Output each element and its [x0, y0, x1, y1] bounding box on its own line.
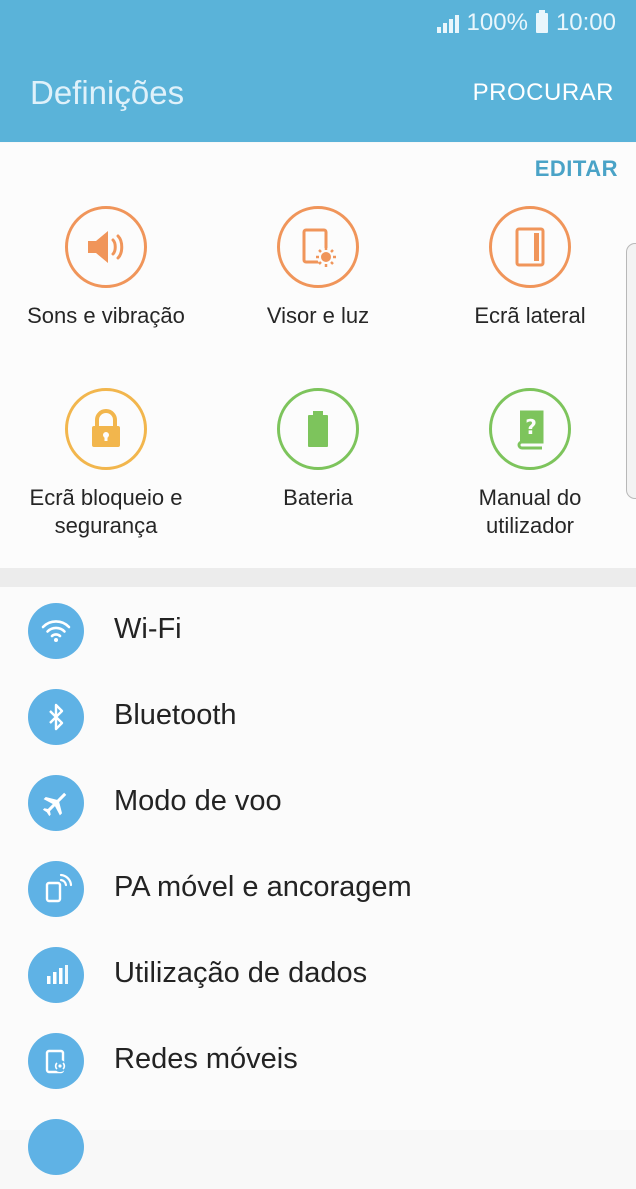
wifi-icon [28, 603, 84, 659]
clock: 10:00 [555, 9, 616, 36]
search-button[interactable]: PROCURAR [473, 79, 614, 107]
settings-item-hotspot-tethering[interactable]: PA móvel e ancoragem [0, 845, 636, 931]
quick-item-edge-screen[interactable]: Ecrã lateral [424, 206, 636, 330]
svg-text:?: ? [525, 415, 537, 439]
settings-item-label: Modo de voo [114, 785, 282, 817]
page-title: Definições [30, 74, 185, 111]
settings-item-label: PA móvel e ancoragem [114, 871, 412, 903]
edge-panel-handle[interactable] [626, 243, 636, 499]
quick-item-sound[interactable]: Sons e vibração [0, 206, 212, 330]
settings-item-label: Wi-Fi [114, 613, 182, 645]
signal-icon [436, 13, 459, 33]
quick-item-label: Sons e vibração [27, 303, 185, 328]
partial-list-icon [28, 1119, 84, 1175]
help-book-icon: ? [489, 388, 571, 470]
battery-percentage: 100% [466, 9, 528, 36]
quick-item-label: Visor e luz [266, 303, 370, 328]
data-usage-icon [28, 947, 84, 1003]
settings-item-mobile-networks[interactable]: Redes móveis [0, 1017, 636, 1103]
hotspot-icon [28, 861, 84, 917]
mobile-networks-icon [28, 1033, 84, 1089]
quick-item-label: Ecrã bloqueio e segurança [29, 485, 183, 538]
app-bar: 100% 10:00 Definições PROCURAR [0, 0, 636, 142]
edit-button[interactable]: EDITAR [535, 156, 618, 182]
settings-list: Wi-Fi Bluetooth Modo de voo PA móvel e a… [0, 587, 636, 1175]
quick-item-label: Bateria [283, 485, 353, 510]
settings-item-wifi[interactable]: Wi-Fi [0, 587, 636, 673]
settings-item-label: Redes móveis [114, 1043, 298, 1075]
edge-screen-icon [489, 206, 571, 288]
section-divider [0, 568, 636, 587]
quick-settings-panel: EDITAR Sons e vibração Visor e luz Ecrã … [0, 143, 636, 568]
quick-item-label: Manual do utilizador [478, 485, 582, 538]
quick-item-battery[interactable]: Bateria [212, 388, 424, 512]
battery-icon [277, 388, 359, 470]
lock-icon [65, 388, 147, 470]
settings-item-airplane-mode[interactable]: Modo de voo [0, 759, 636, 845]
quick-item-label: Ecrã lateral [474, 303, 586, 328]
settings-item-label: Bluetooth [114, 699, 237, 731]
settings-item-data-usage[interactable]: Utilização de dados [0, 931, 636, 1017]
settings-item-partial[interactable] [0, 1103, 636, 1189]
settings-item-bluetooth[interactable]: Bluetooth [0, 673, 636, 759]
quick-item-lock-security[interactable]: Ecrã bloqueio e segurança [0, 388, 212, 540]
battery-status-icon [535, 10, 548, 33]
airplane-icon [28, 775, 84, 831]
speaker-icon [65, 206, 147, 288]
bluetooth-icon [28, 689, 84, 745]
quick-item-user-manual[interactable]: ? Manual do utilizador [424, 388, 636, 540]
status-bar: 100% 10:00 [436, 8, 616, 38]
display-brightness-icon [277, 206, 359, 288]
settings-item-label: Utilização de dados [114, 957, 368, 989]
quick-item-display[interactable]: Visor e luz [212, 206, 424, 330]
